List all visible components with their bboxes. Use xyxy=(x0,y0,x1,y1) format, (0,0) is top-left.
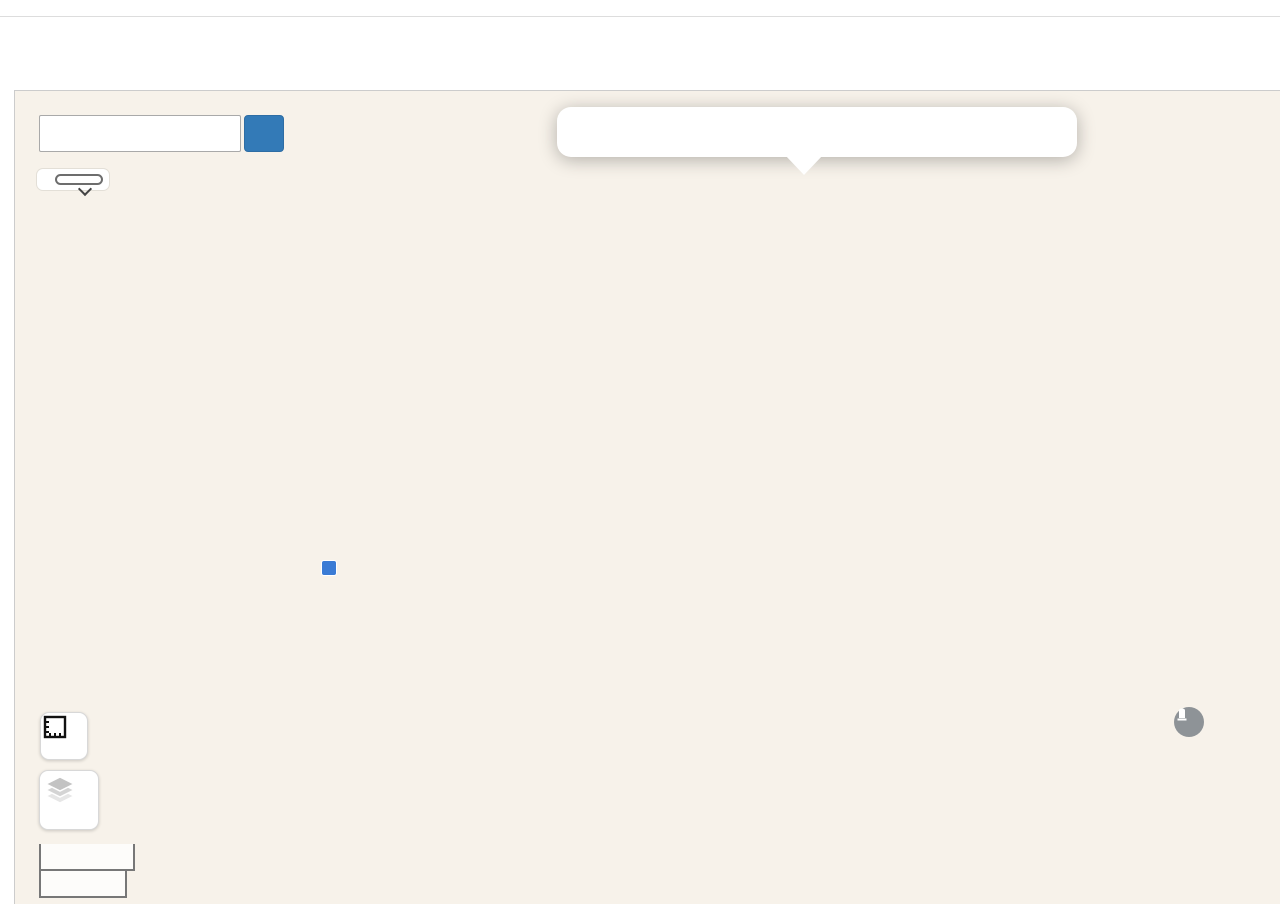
scale-metric xyxy=(39,844,135,871)
find-button[interactable] xyxy=(244,115,284,152)
scale-imperial xyxy=(39,871,127,898)
filter-select[interactable] xyxy=(55,174,103,197)
map-canvas[interactable] xyxy=(14,90,1280,904)
ruler-icon xyxy=(43,715,67,739)
search-input[interactable] xyxy=(39,115,241,152)
map-graphics xyxy=(15,91,1280,904)
scale-control xyxy=(39,844,135,898)
filter-bar xyxy=(37,169,109,197)
layers-icon xyxy=(44,776,76,804)
layers-button[interactable] xyxy=(39,770,99,830)
search-bar xyxy=(39,115,284,152)
measure-button[interactable] xyxy=(40,712,88,760)
popup-tail xyxy=(785,155,823,175)
parcel-info-popup xyxy=(557,107,1077,175)
header-divider xyxy=(0,16,1280,17)
